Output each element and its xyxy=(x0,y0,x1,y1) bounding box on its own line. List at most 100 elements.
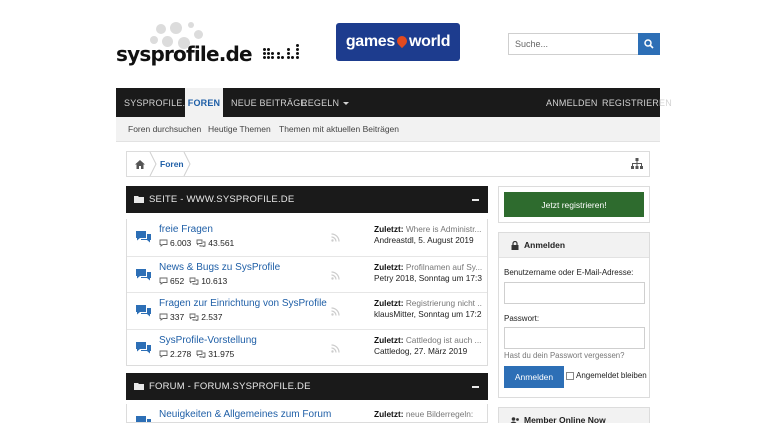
breadcrumb-separator xyxy=(183,152,191,176)
forum-stats: 337 2.537 xyxy=(159,312,222,322)
post-count: 10.613 xyxy=(201,275,228,286)
remember-me[interactable]: Angemeldet bleiben xyxy=(566,371,647,380)
login-title: Anmelden xyxy=(524,240,566,250)
forum-chat-icon xyxy=(136,305,151,317)
rss-icon[interactable] xyxy=(331,343,340,353)
register-button[interactable]: Jetzt registrieren! xyxy=(504,192,644,217)
collapse-icon[interactable] xyxy=(472,199,479,201)
lock-icon xyxy=(511,241,519,250)
post-count-icon xyxy=(189,277,199,285)
username-field[interactable] xyxy=(504,282,645,304)
login-button[interactable]: Anmelden xyxy=(504,366,564,388)
last-post-label: Zuletzt: xyxy=(374,224,404,234)
section-title: SEITE - WWW.SYSPROFILE.DE xyxy=(149,194,295,205)
nav-registrieren[interactable]: REGISTRIEREN xyxy=(602,88,672,117)
rss-icon[interactable] xyxy=(331,307,340,316)
forum-chat-icon xyxy=(136,416,151,422)
thread-count: 337 xyxy=(170,312,185,322)
last-post-title[interactable]: Cattledog ist auch ... xyxy=(406,335,482,345)
last-post-date: Sonntag um 17:28 Uhr xyxy=(418,309,482,319)
post-count-icon xyxy=(189,313,199,321)
post-count-icon xyxy=(196,350,206,358)
sitemap-icon[interactable] xyxy=(631,158,643,170)
folder-icon xyxy=(134,383,144,390)
forum-title[interactable]: SysProfile-Vorstellung xyxy=(159,335,257,346)
post-count: 43.561 xyxy=(208,238,235,248)
last-post-label: Zuletzt: xyxy=(374,334,404,345)
breadcrumb: Foren xyxy=(126,151,650,177)
location-pin-icon xyxy=(394,33,410,49)
last-post-title[interactable]: neue Bilderregeln: xyxy=(406,409,473,419)
forum-row: Fragen zur Einrichtung von SysProfile 33… xyxy=(127,292,487,329)
last-post-date: Sonntag um 17:39 Uhr xyxy=(418,272,482,283)
search-icon xyxy=(644,39,654,49)
login-header: Anmelden xyxy=(499,233,649,258)
last-post-user[interactable]: Cattledog xyxy=(374,346,410,356)
sysprofile-logo[interactable]: sysprofile.de xyxy=(112,22,312,74)
subnav-aktuelle-beitraege[interactable]: Themen mit aktuellen Beiträgen xyxy=(279,117,399,142)
forum-chat-icon xyxy=(136,231,151,243)
search-button[interactable] xyxy=(638,33,660,55)
forum-last-post[interactable]: Zuletzt: Profilnamen auf Sy... Petry 201… xyxy=(374,262,482,284)
thread-count-icon xyxy=(159,350,168,358)
thread-count: 652 xyxy=(170,275,185,286)
login-block: Anmelden Benutzername oder E-Mail-Adress… xyxy=(498,232,650,398)
nav-anmelden[interactable]: ANMELDEN xyxy=(546,88,598,117)
forum-row: Neuigkeiten & Allgemeines zum Forum Zule… xyxy=(127,404,487,422)
post-count: 31.975 xyxy=(208,348,235,359)
forum-last-post[interactable]: Zuletzt: Where is Administr... Andreastd… xyxy=(374,224,482,246)
nav-foren[interactable]: FOREN xyxy=(185,88,223,117)
folder-icon xyxy=(134,196,144,203)
post-count: 2.537 xyxy=(201,312,223,322)
forgot-password-link[interactable]: Hast du dein Passwort vergessen? xyxy=(504,351,624,360)
last-post-date: 27. März 2019 xyxy=(414,345,468,356)
users-icon xyxy=(510,417,519,423)
breadcrumb-separator xyxy=(149,152,157,176)
forum-chat-icon xyxy=(136,268,151,280)
subnav-foren-durchsuchen[interactable]: Foren durchsuchen xyxy=(128,117,201,142)
section-header-forum[interactable]: FORUM - FORUM.SYSPROFILE.DE xyxy=(126,373,488,400)
forum-row: freie Fragen 6.003 43.561 Zuletzt: Where… xyxy=(127,219,487,256)
post-count-icon xyxy=(196,239,206,247)
forum-title[interactable]: freie Fragen xyxy=(159,224,213,235)
last-post-user[interactable]: Andreastdl xyxy=(374,235,414,245)
forum-last-post[interactable]: Zuletzt: Cattledog ist auch ... Cattledo… xyxy=(374,335,482,357)
last-post-title[interactable]: Profilnamen auf Sy... xyxy=(406,262,482,272)
forum-title[interactable]: News & Bugs zu SysProfile xyxy=(159,262,280,273)
last-post-title[interactable]: Where is Administr... xyxy=(406,224,482,234)
thread-count-icon xyxy=(159,277,168,285)
subnav-heutige-themen[interactable]: Heutige Themen xyxy=(208,117,271,142)
forum-title[interactable]: Neuigkeiten & Allgemeines zum Forum xyxy=(159,409,331,420)
forum-last-post[interactable]: Zuletzt: neue Bilderregeln: xyxy=(374,409,482,420)
forum-list-seite: freie Fragen 6.003 43.561 Zuletzt: Where… xyxy=(126,219,488,366)
last-post-user[interactable]: Petry 2018 xyxy=(374,273,414,283)
section-header-seite[interactable]: SEITE - WWW.SYSPROFILE.DE xyxy=(126,186,488,213)
nav-neue-beitraege[interactable]: NEUE BEITRÄGE xyxy=(231,88,307,117)
sub-navbar: Foren durchsuchen Heutige Themen Themen … xyxy=(116,117,660,142)
rss-icon[interactable] xyxy=(331,233,340,242)
forum-chat-icon xyxy=(136,341,151,353)
home-icon xyxy=(135,159,145,169)
nav-regeln[interactable]: REGELN xyxy=(301,88,350,117)
nav-regeln-label: REGELN xyxy=(301,98,340,108)
thread-count: 2.278 xyxy=(170,348,192,359)
thread-count-icon xyxy=(159,313,168,321)
gamesworld-logo-part2: world xyxy=(409,33,451,50)
register-block: Jetzt registrieren! xyxy=(498,186,650,223)
section-title: FORUM - FORUM.SYSPROFILE.DE xyxy=(149,381,311,392)
last-post-title[interactable]: Registrierung nicht ... xyxy=(406,298,482,308)
forum-last-post[interactable]: Zuletzt: Registrierung nicht ... klausMi… xyxy=(374,298,482,320)
collapse-icon[interactable] xyxy=(472,386,479,388)
forum-title[interactable]: Fragen zur Einrichtung von SysProfile xyxy=(159,298,327,309)
breadcrumb-foren[interactable]: Foren xyxy=(160,152,184,176)
forum-stats: 652 10.613 xyxy=(159,276,227,286)
remember-me-checkbox[interactable] xyxy=(566,371,574,380)
search-input[interactable] xyxy=(508,33,638,55)
thread-count: 6.003 xyxy=(170,238,192,248)
forum-row: SysProfile-Vorstellung 2.278 31.975 Zule… xyxy=(127,328,487,366)
gamesworld-logo[interactable]: games world xyxy=(336,23,460,61)
rss-icon[interactable] xyxy=(331,270,340,280)
forum-stats: 6.003 43.561 xyxy=(159,238,234,248)
password-field[interactable] xyxy=(504,327,645,349)
last-post-user[interactable]: klausMitter xyxy=(374,309,414,319)
